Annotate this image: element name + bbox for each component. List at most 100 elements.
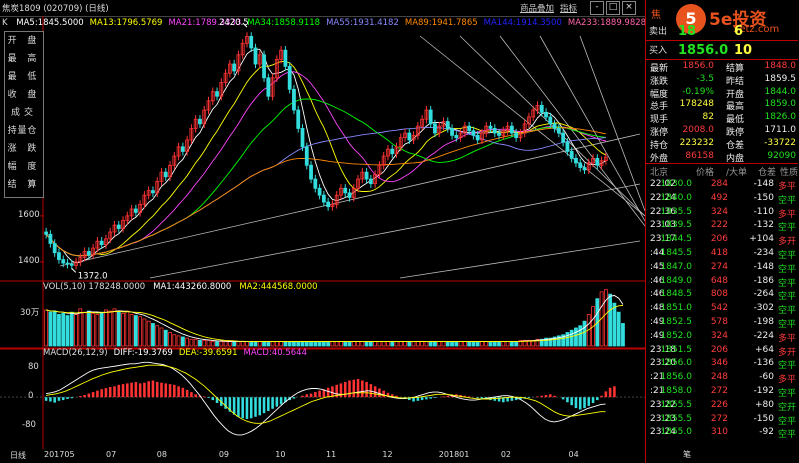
candle-body: [309, 164, 313, 180]
volume-bar: [450, 341, 454, 347]
volume-bar: [74, 314, 78, 347]
left-menu-item[interactable]: 涨 跌: [5, 140, 43, 158]
tick-header-price: 价格: [696, 168, 715, 178]
tick-price: 1835.5: [660, 206, 693, 217]
chart-canvas[interactable]: 2420.5 1372.0: [0, 16, 645, 449]
candle-body: [561, 132, 566, 143]
volume-bar: [257, 341, 262, 347]
volume-bar: [52, 310, 57, 347]
volume-bar: [151, 323, 155, 347]
ma-line: [45, 126, 606, 257]
tick-row: 23:17 1844.5 206 +104 多开: [648, 234, 798, 248]
volume-bar: [99, 311, 104, 347]
tick-row: :21 1858.0 272 -192 空平: [648, 386, 798, 400]
ma-line: [45, 60, 607, 257]
left-menu-item[interactable]: 开 盘: [5, 32, 43, 50]
volume-bar: [462, 341, 467, 347]
quote-value: 1856.0: [682, 61, 715, 71]
tick-row: :46 1848.5 808 -264 空平: [648, 289, 798, 303]
tick-nature: 多平: [777, 182, 796, 192]
left-menu-item[interactable]: 最 低: [5, 68, 43, 86]
volume-bar: [578, 325, 583, 347]
quote-label: 外盘: [650, 153, 669, 164]
candle-body: [151, 190, 155, 194]
volume-bar: [262, 341, 266, 347]
tick-nature: 空平: [777, 416, 796, 427]
quote-row: 最新 1856.0 结算 1848.0: [648, 61, 798, 74]
chart-grid: [0, 16, 645, 449]
tick-row: :44 1845.5 418 -234 空平: [648, 248, 798, 262]
x-axis-tick: 09: [218, 450, 230, 459]
quote-row: 总手 178248 最高 1859.0: [648, 99, 798, 112]
candle-body: [368, 178, 373, 185]
candle-body: [539, 105, 544, 113]
volume-bar: [317, 341, 322, 347]
quote-label: 仓差: [726, 140, 745, 151]
left-menu-item[interactable]: 收 盘: [5, 86, 43, 104]
volume-bar: [330, 341, 335, 347]
volume-bar: [497, 341, 501, 347]
candle-body: [65, 262, 70, 265]
tick-nature: 多平: [777, 333, 796, 344]
candle-body: [544, 111, 548, 118]
quote-value: -3.5: [696, 73, 714, 84]
volume-bar: [454, 341, 459, 347]
quote-row: 幅度 -0.19% 开盘 1844.0: [648, 87, 798, 100]
overlay-link[interactable]: 商品叠加: [520, 2, 554, 14]
left-menu-item[interactable]: 持 仓: [5, 122, 43, 140]
volume-bar: [377, 341, 382, 347]
left-menu-item[interactable]: 成交量: [5, 104, 43, 136]
candle-body: [364, 171, 369, 180]
volume-bar: [433, 341, 437, 347]
volume-bar: [283, 341, 288, 347]
volume-bar: [138, 316, 143, 347]
volume-bar: [78, 308, 83, 347]
volume-bar: [236, 341, 241, 347]
volume-bar: [403, 341, 407, 347]
volume-bar: [125, 310, 130, 347]
vol-legend-item: MA1:443260.8000: [153, 282, 232, 292]
left-menu-item[interactable]: 最 高: [5, 50, 43, 68]
volume-bar: [356, 341, 360, 347]
quote-value: 1844.0: [764, 86, 797, 97]
candle-body: [300, 128, 305, 148]
volume-bar: [253, 341, 258, 347]
volume-bar: [488, 341, 493, 347]
tick-nature: 多开: [777, 237, 796, 248]
minimize-button[interactable]: -: [590, 1, 604, 15]
candle-body: [514, 132, 519, 139]
x-axis-tick: 10: [275, 450, 286, 459]
volume-bar: [142, 318, 147, 347]
volume-bar: [475, 341, 480, 347]
candle-body: [180, 146, 185, 152]
macd-axis-label: 0: [28, 391, 34, 402]
volume-bar: [616, 311, 621, 347]
volume-bar: [155, 325, 160, 347]
left-menu-item[interactable]: 幅 度: [5, 158, 43, 176]
volume-bar: [373, 341, 378, 347]
quote-label: 持仓: [650, 140, 669, 151]
macd-axis-label: 80: [28, 362, 39, 373]
tick-row: 22:02 1830.0 284 -148 多平: [648, 179, 798, 193]
candles: [44, 32, 608, 270]
tick-nature: 空平: [777, 251, 796, 261]
tick-oi: -148: [753, 179, 774, 189]
volume-bar: [411, 341, 416, 347]
indicator-link[interactable]: 指标: [560, 2, 577, 14]
volume-bar: [621, 323, 625, 347]
buy-label: 买入: [649, 46, 668, 56]
candle-body: [262, 54, 266, 79]
tick-qty: 346: [710, 358, 728, 369]
maximize-button[interactable]: □: [606, 1, 620, 15]
candle-body: [578, 162, 583, 168]
left-menu-item[interactable]: 结 算: [5, 176, 43, 194]
candle-body: [266, 77, 271, 97]
volume-bar: [343, 341, 348, 347]
tick-qty: 492: [710, 192, 728, 203]
volume-bar: [492, 341, 497, 347]
volume-bar: [415, 341, 420, 347]
quote-value: 82: [702, 112, 714, 123]
close-button[interactable]: ×: [622, 1, 636, 15]
volume-bar: [245, 341, 249, 347]
quote-label: 幅度: [650, 89, 669, 100]
